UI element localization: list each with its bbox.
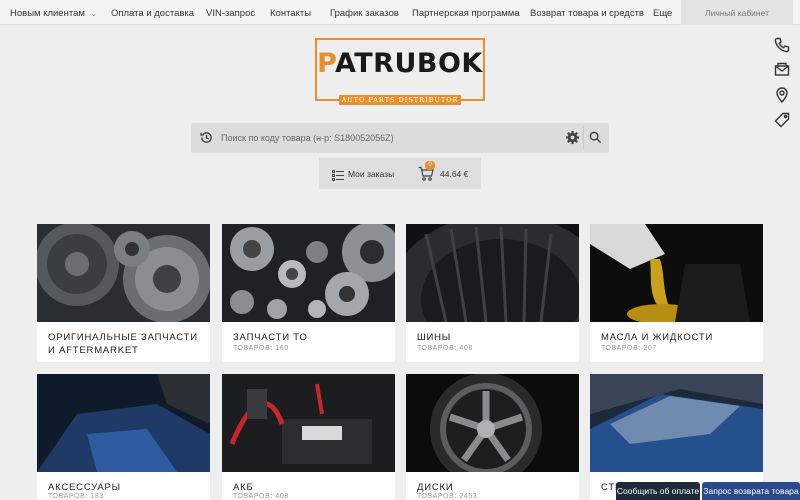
category-count: ТОВАРОВ: 408 bbox=[417, 345, 473, 352]
category-image-windshield bbox=[590, 374, 763, 472]
category-image-tire bbox=[406, 224, 579, 322]
category-card-oils[interactable]: МАСЛА И ЖИДКОСТИ ТОВАРОВ: 207 bbox=[590, 224, 763, 362]
phone-icon[interactable] bbox=[774, 37, 790, 53]
logo-tagline: AUTO PARTS DISTRIBUTOR bbox=[339, 95, 461, 105]
nav-returns[interactable]: Возврат товара и средств bbox=[530, 8, 644, 19]
category-count: ТОВАРОВ: 207 bbox=[601, 345, 657, 352]
nav-more[interactable]: Еще bbox=[653, 8, 672, 19]
search-divider bbox=[583, 127, 584, 149]
category-card-tires[interactable]: ШИНЫ ТОВАРОВ: 408 bbox=[406, 224, 579, 362]
orders-cart-panel: Мои заказы 0 44.64 € bbox=[319, 158, 481, 189]
nav-partner-program[interactable]: Партнерская программа bbox=[412, 8, 520, 19]
top-navigation: Новым клиентам ⌄ Оплата и доставка VIN-за… bbox=[0, 0, 800, 25]
category-image-car-interior bbox=[37, 374, 210, 472]
logo-text: PATRUBOK bbox=[317, 48, 483, 79]
location-icon[interactable] bbox=[774, 87, 790, 104]
search-icon[interactable] bbox=[588, 130, 603, 145]
category-title: ЗАПЧАСТИ ТО bbox=[233, 332, 308, 343]
cart-count-badge: 0 bbox=[425, 161, 435, 170]
list-icon bbox=[332, 168, 344, 181]
gear-icon[interactable] bbox=[565, 130, 580, 145]
return-request-button[interactable]: Запрос возврата товара bbox=[702, 482, 800, 500]
category-title: ОРИГИНАЛЬНЫЕ ЗАПЧАСТИ И AFTERMARKET bbox=[48, 332, 198, 356]
my-orders-link[interactable]: Мои заказы bbox=[348, 169, 394, 179]
chevron-down-icon: ⌄ bbox=[90, 11, 97, 18]
category-count: ТОВАРОВ: 408 bbox=[233, 493, 289, 500]
category-image-battery bbox=[222, 374, 395, 472]
category-count: ТОВАРОВ: 160 bbox=[233, 345, 289, 352]
tag-icon[interactable] bbox=[774, 112, 790, 128]
category-card-wheels[interactable]: ДИСКИ ТОВАРОВ: 2453 bbox=[406, 374, 579, 500]
report-payment-button[interactable]: Сообщить об оплате bbox=[616, 482, 700, 500]
mail-icon[interactable] bbox=[774, 62, 790, 78]
category-image-gears bbox=[222, 224, 395, 322]
history-icon[interactable] bbox=[199, 130, 214, 145]
nav-new-clients[interactable]: Новым клиентам ⌄ bbox=[10, 8, 97, 19]
nav-contacts[interactable]: Контакты bbox=[270, 8, 311, 19]
category-card-batteries[interactable]: АКБ ТОВАРОВ: 408 bbox=[222, 374, 395, 500]
category-image-wheel bbox=[406, 374, 579, 472]
category-title: МАСЛА И ЖИДКОСТИ bbox=[601, 332, 714, 343]
personal-cabinet-button[interactable]: Личный кабинет bbox=[681, 0, 793, 25]
category-image-clutch bbox=[37, 224, 210, 322]
search-bar bbox=[191, 123, 609, 153]
search-input[interactable] bbox=[221, 129, 561, 147]
category-image-oil bbox=[590, 224, 763, 322]
category-title: ШИНЫ bbox=[417, 332, 452, 343]
nav-order-schedule[interactable]: График заказов bbox=[330, 8, 399, 19]
nav-vin-request[interactable]: VIN-запрос bbox=[206, 8, 255, 19]
category-card-service-parts[interactable]: ЗАПЧАСТИ ТО ТОВАРОВ: 160 bbox=[222, 224, 395, 362]
logo[interactable]: PATRUBOK AUTO PARTS DISTRIBUTOR bbox=[315, 38, 485, 105]
cart-total: 44.64 € bbox=[440, 169, 469, 179]
category-count: ТОВАРОВ: 183 bbox=[48, 493, 104, 500]
category-card-original-parts[interactable]: ОРИГИНАЛЬНЫЕ ЗАПЧАСТИ И AFTERMARKET bbox=[37, 224, 210, 362]
nav-payment-delivery[interactable]: Оплата и доставка bbox=[111, 8, 194, 19]
category-count: ТОВАРОВ: 2453 bbox=[417, 493, 478, 500]
category-card-accessories[interactable]: АКСЕССУАРЫ ТОВАРОВ: 183 bbox=[37, 374, 210, 500]
